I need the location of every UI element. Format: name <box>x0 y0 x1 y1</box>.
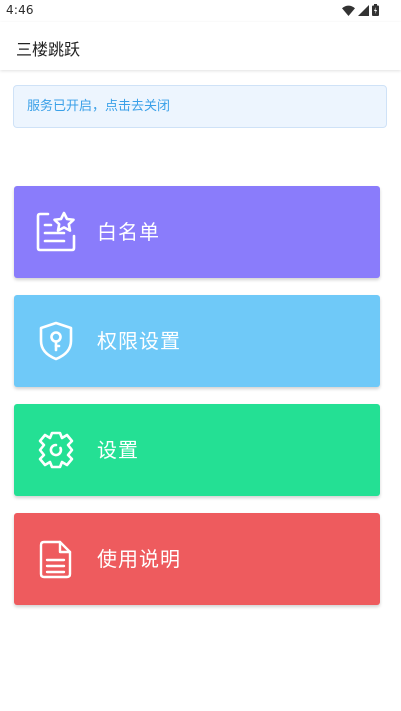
service-toggle-banner[interactable]: 服务已开启，点击去关闭 <box>13 85 387 128</box>
settings-label: 设置 <box>97 438 139 462</box>
cellular-signal-icon <box>358 4 369 16</box>
wifi-icon <box>342 5 355 16</box>
battery-icon <box>372 4 379 16</box>
document-icon <box>39 540 72 579</box>
permission-settings-button[interactable]: 权限设置 <box>14 295 380 387</box>
status-time: 4:46 <box>6 3 34 17</box>
gear-icon <box>38 431 74 469</box>
app-bar: 三楼跳跃 <box>0 22 401 70</box>
status-icons <box>342 4 379 16</box>
instructions-label: 使用说明 <box>97 547 181 571</box>
instructions-button[interactable]: 使用说明 <box>14 513 380 605</box>
shield-key-icon <box>39 321 73 361</box>
settings-button[interactable]: 设置 <box>14 404 380 496</box>
permission-settings-label: 权限设置 <box>97 329 181 353</box>
app-title: 三楼跳跃 <box>16 40 81 59</box>
list-star-icon <box>36 211 76 252</box>
whitelist-label: 白名单 <box>97 220 160 244</box>
status-bar: 4:46 <box>0 0 401 22</box>
whitelist-button[interactable]: 白名单 <box>14 186 380 278</box>
